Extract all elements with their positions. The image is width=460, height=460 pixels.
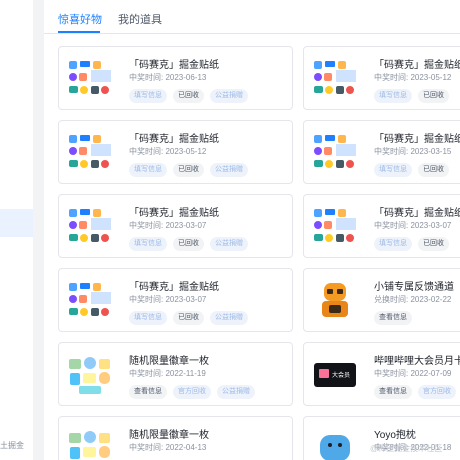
prize-title: 哔哩哔哩大会员月卡 <box>374 356 460 367</box>
tab-my-props[interactable]: 我的道具 <box>118 11 162 27</box>
prize-card[interactable]: 「码赛克」掘金贴纸 中奖时间: 2023-05-12 填写信息 已回收 <box>303 46 460 110</box>
view-info-button[interactable]: 查看信息 <box>129 385 167 399</box>
view-info-button[interactable]: 查看信息 <box>374 311 412 325</box>
sticker-sheet-icon <box>314 135 356 168</box>
prize-time: 中奖时间: 2023-03-15 <box>374 147 452 156</box>
prize-time: 兑换时间: 2023-02-22 <box>374 295 452 304</box>
prize-title: Yoyo抱枕 <box>374 430 416 441</box>
feedback-mascot-icon <box>322 283 348 317</box>
prize-title: 「码赛克」掘金贴纸 <box>374 134 460 145</box>
bilibili-vip-card-icon: 大会员 <box>314 363 356 387</box>
prize-title: 「码赛克」掘金贴纸 <box>129 60 219 71</box>
sticker-sheet-icon <box>69 283 111 316</box>
fill-info-button[interactable]: 填写信息 <box>129 237 167 251</box>
rewards-panel: 惊喜好物 我的道具 「码赛克」掘金贴纸 中奖时间: 2023-06-13 填写信… <box>44 0 460 460</box>
prize-card[interactable]: 「码赛克」掘金贴纸 中奖时间: 2023-03-07 填写信息 已回收 公益捐赠 <box>58 194 293 258</box>
recycled-button[interactable]: 已回收 <box>418 163 449 177</box>
prize-card[interactable]: 小铺专属反馈通道 兑换时间: 2023-02-22 查看信息 <box>303 268 460 332</box>
fill-info-button[interactable]: 填写信息 <box>374 163 412 177</box>
prize-card[interactable]: 「码赛克」掘金贴纸 中奖时间: 2023-06-13 填写信息 已回收 公益捐赠 <box>58 46 293 110</box>
public-ack-button[interactable]: 公益捐赠 <box>210 163 248 177</box>
prize-time: 中奖时间: 2023-06-13 <box>129 73 207 82</box>
recycled-button[interactable]: 已回收 <box>173 311 204 325</box>
tab-bar: 惊喜好物 我的道具 <box>44 0 460 34</box>
sticker-sheet-icon <box>314 209 356 242</box>
official-recycle-button[interactable]: 官方回收 <box>173 385 211 399</box>
fill-info-button[interactable]: 填写信息 <box>129 89 167 103</box>
sticker-sheet-icon <box>314 61 356 94</box>
tab-surprise-goods[interactable]: 惊喜好物 <box>58 11 102 27</box>
recycled-button[interactable]: 已回收 <box>418 89 449 103</box>
fill-info-button[interactable]: 填写信息 <box>374 237 412 251</box>
public-ack-button[interactable]: 公益捐赠 <box>217 385 255 399</box>
prize-time: 中奖时间: 2022-04-13 <box>129 443 207 452</box>
recycled-button[interactable]: 已回收 <box>173 163 204 177</box>
fill-info-button[interactable]: 填写信息 <box>129 163 167 177</box>
sticker-sheet-icon <box>69 135 111 168</box>
prize-title: 随机限量徽章一枚 <box>129 356 209 367</box>
public-ack-button[interactable]: 公益捐赠 <box>210 311 248 325</box>
bilibili-badge-text: 大会员 <box>332 371 350 379</box>
recycled-button[interactable]: 已回收 <box>173 237 204 251</box>
prize-card[interactable]: 随机限量徽章一枚 中奖时间: 2022-04-13 <box>58 416 293 460</box>
fill-info-button[interactable]: 填写信息 <box>374 89 412 103</box>
sidebar: 土掘金 <box>0 0 33 460</box>
public-ack-button[interactable]: 公益捐赠 <box>210 89 248 103</box>
active-tab-indicator <box>58 31 100 33</box>
prize-title: 「码赛克」掘金贴纸 <box>374 208 460 219</box>
recycled-button[interactable]: 已回收 <box>173 89 204 103</box>
official-recycle-button[interactable]: 官方回收 <box>418 385 456 399</box>
sticker-sheet-icon <box>69 209 111 242</box>
sticker-sheet-icon <box>69 61 111 94</box>
prize-time: 中奖时间: 2023-05-12 <box>374 73 452 82</box>
prize-time: 中奖时间: 2023-03-07 <box>129 295 207 304</box>
prize-card[interactable]: 「码赛克」掘金贴纸 中奖时间: 2023-05-12 填写信息 已回收 公益捐赠 <box>58 120 293 184</box>
recycled-button[interactable]: 已回收 <box>418 237 449 251</box>
prize-time: 中奖时间: 2022-11-19 <box>129 369 206 378</box>
prize-title: 随机限量徽章一枚 <box>129 430 209 441</box>
prize-card[interactable]: 大会员 哔哩哔哩大会员月卡 中奖时间: 2022-07-09 查看信息 官方回收 <box>303 342 460 406</box>
prize-time: 中奖时间: 2023-03-07 <box>129 221 207 230</box>
yoyo-pillow-icon <box>320 435 350 460</box>
fill-info-button[interactable]: 填写信息 <box>129 311 167 325</box>
prize-title: 小铺专属反馈通道 <box>374 282 454 293</box>
view-info-button[interactable]: 查看信息 <box>374 385 412 399</box>
public-ack-button[interactable]: 公益捐赠 <box>210 237 248 251</box>
prize-card[interactable]: 「码赛克」掘金贴纸 中奖时间: 2023-03-07 填写信息 已回收 <box>303 194 460 258</box>
prize-title: 「码赛克」掘金贴纸 <box>129 134 219 145</box>
badge-icon <box>69 357 110 394</box>
site-watermark: @稀土掘金技术社区 <box>370 444 443 453</box>
sidebar-item-active[interactable] <box>0 209 33 237</box>
badge-icon <box>69 431 110 459</box>
prize-time: 中奖时间: 2022-07-09 <box>374 369 452 378</box>
prize-title: 「码赛克」掘金贴纸 <box>374 60 460 71</box>
sidebar-footer-text: 土掘金 <box>0 441 24 450</box>
prize-time: 中奖时间: 2023-03-07 <box>374 221 452 230</box>
prize-card[interactable]: 随机限量徽章一枚 中奖时间: 2022-11-19 查看信息 官方回收 公益捐赠 <box>58 342 293 406</box>
prize-title: 「码赛克」掘金贴纸 <box>129 282 219 293</box>
prize-title: 「码赛克」掘金贴纸 <box>129 208 219 219</box>
prize-card[interactable]: 「码赛克」掘金贴纸 中奖时间: 2023-03-15 填写信息 已回收 <box>303 120 460 184</box>
prize-time: 中奖时间: 2023-05-12 <box>129 147 207 156</box>
prize-card[interactable]: 「码赛克」掘金贴纸 中奖时间: 2023-03-07 填写信息 已回收 公益捐赠 <box>58 268 293 332</box>
